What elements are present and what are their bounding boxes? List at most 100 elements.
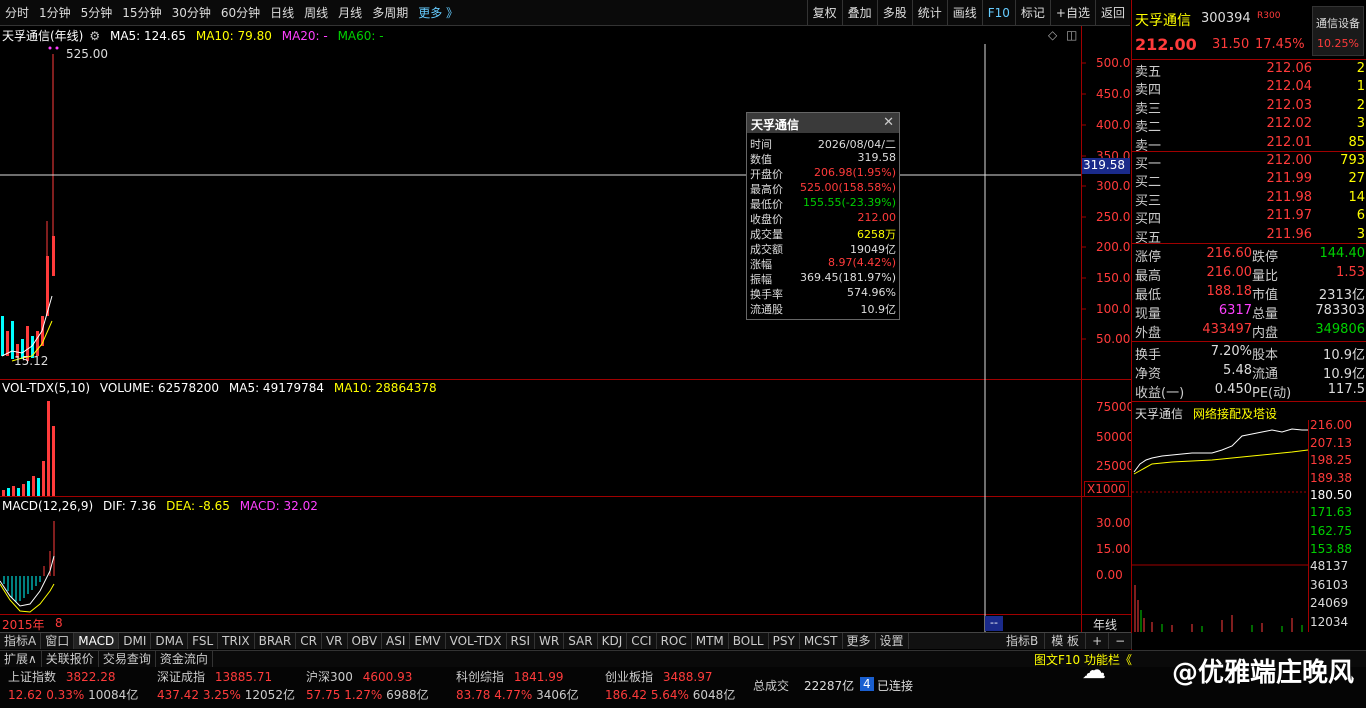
indicator-tab[interactable]: OBV xyxy=(348,633,383,649)
indicator-tab[interactable]: TRIX xyxy=(218,633,255,649)
indicator-tab[interactable]: SAR xyxy=(564,633,598,649)
order-price: 211.99 xyxy=(1266,171,1313,187)
index-pct: 1.27% xyxy=(344,688,383,702)
index-quote[interactable]: 创业板指 3488.97 186.42 5.64% 6048亿 xyxy=(605,668,735,703)
indicator-tab[interactable]: 窗口 xyxy=(41,633,75,649)
popup-value: 19049亿 xyxy=(850,243,896,256)
stat-key: 量比 xyxy=(1252,269,1279,284)
period-label: 年线 xyxy=(1093,618,1118,632)
popup-value: 319.58 xyxy=(857,151,897,164)
indicator-tab[interactable]: FSL xyxy=(188,633,219,649)
bottom-tab[interactable]: 资金流向 xyxy=(156,651,213,667)
f10-button[interactable]: F10 xyxy=(981,0,1015,26)
indicator-tab[interactable]: ROC xyxy=(657,633,692,649)
index-quote[interactable]: 科创综指 1841.99 83.78 4.77% 3406亿 xyxy=(456,668,579,703)
indicator-tab[interactable]: MCST xyxy=(800,633,843,649)
order-qty: 85 xyxy=(1348,134,1365,150)
multi-stock-button[interactable]: 多股 xyxy=(876,0,912,26)
popup-value: 155.55(-23.39%) xyxy=(803,196,896,209)
kline-chart[interactable] xyxy=(0,26,1131,632)
period-15min[interactable]: 15分钟 xyxy=(117,4,166,21)
index-quote[interactable]: 沪深300 4600.93 57.75 1.27% 6988亿 xyxy=(306,668,429,703)
indicator-tab[interactable]: WR xyxy=(535,633,565,649)
period-60min[interactable]: 60分钟 xyxy=(216,4,265,21)
vol-tick: 50000 xyxy=(1096,430,1135,444)
bottom-tab[interactable]: 关联报价 xyxy=(42,651,99,667)
draw-line-button[interactable]: 画线 xyxy=(946,0,982,26)
index-change: 57.75 xyxy=(306,688,341,702)
index-quote[interactable]: 深证成指 13885.71 437.42 3.25% 12052亿 xyxy=(157,668,295,703)
period-multi[interactable]: 多周期 xyxy=(367,4,413,21)
intraday-mini-chart[interactable] xyxy=(1132,420,1308,632)
stat-key: 跌停 xyxy=(1252,250,1279,265)
popup-value: 10.9亿 xyxy=(860,303,897,316)
stat-value: 2313亿 xyxy=(1318,288,1365,303)
order-level: 买一 xyxy=(1135,157,1162,172)
index-value: 4600.93 xyxy=(362,670,413,684)
add-watchlist-button[interactable]: +自选 xyxy=(1049,0,1095,26)
period-month[interactable]: 月线 xyxy=(333,4,367,21)
indicator-tab[interactable]: DMI xyxy=(119,633,152,649)
indicator-tab[interactable]: RSI xyxy=(507,633,536,649)
mark-button[interactable]: 标记 xyxy=(1014,0,1050,26)
period-1min[interactable]: 1分钟 xyxy=(34,4,76,21)
indicator-tab[interactable]: VOL-TDX xyxy=(446,633,507,649)
indicator-tab[interactable]: DMA xyxy=(151,633,189,649)
indicator-tab[interactable]: KDJ xyxy=(598,633,628,649)
mini-axis-tick: 162.75 xyxy=(1310,523,1352,538)
indicator-tab[interactable]: BOLL xyxy=(729,633,769,649)
indicator-tab[interactable]: CR xyxy=(296,633,322,649)
sector-box[interactable]: 通信设备 10.25% xyxy=(1312,6,1364,56)
stat-key: 最低 xyxy=(1135,288,1162,303)
macd-tick: 0.00 xyxy=(1096,568,1123,582)
index-tag: R300 xyxy=(1257,11,1281,21)
indicator-tab[interactable]: MTM xyxy=(692,633,729,649)
index-quote[interactable]: 上证指数 3822.28 12.62 0.33% 10084亿 xyxy=(8,668,138,703)
indicator-tab[interactable]: 更多 xyxy=(843,633,876,649)
popup-row: 成交量 6258万 xyxy=(747,226,899,241)
period-bar: 分时 1分钟 5分钟 15分钟 30分钟 60分钟 日线 周线 月线 多周期 更… xyxy=(0,0,1130,26)
stat-value: 349806 xyxy=(1315,322,1365,337)
restore-rights-button[interactable]: 复权 xyxy=(806,0,842,26)
popup-row: 换手率 574.96% xyxy=(747,286,899,301)
order-level: 买二 xyxy=(1135,175,1162,191)
bottom-tab[interactable]: 交易查询 xyxy=(99,651,156,667)
order-qty: 6 xyxy=(1356,208,1365,224)
indicator-tab[interactable]: MACD xyxy=(74,633,120,649)
indicator-tab[interactable]: VR xyxy=(322,633,348,649)
stat-value: 117.5 xyxy=(1327,382,1365,397)
index-pct: 3.25% xyxy=(202,688,241,702)
period-30min[interactable]: 30分钟 xyxy=(167,4,216,21)
indicator-tab-right[interactable]: − xyxy=(1109,633,1133,649)
indicator-tab-right[interactable]: 模 板 xyxy=(1045,633,1087,649)
close-icon[interactable]: ✕ xyxy=(883,115,894,130)
period-week[interactable]: 周线 xyxy=(299,4,333,21)
bottom-tab[interactable]: 扩展∧ xyxy=(0,651,42,667)
indicator-tab-right[interactable]: 指标B xyxy=(1000,633,1046,649)
dif-value: DIF: 7.36 xyxy=(102,499,157,513)
indicator-tab[interactable]: 指标A xyxy=(0,633,42,649)
order-level: 买四 xyxy=(1135,212,1162,228)
index-amount: 6988亿 xyxy=(386,688,429,702)
back-button[interactable]: 返回 xyxy=(1094,0,1130,26)
statistics-button[interactable]: 统计 xyxy=(911,0,947,26)
indicator-tab[interactable]: 设置 xyxy=(876,633,909,649)
connection-count: 4 xyxy=(860,677,874,691)
index-value: 13885.71 xyxy=(214,670,273,684)
period-5min[interactable]: 5分钟 xyxy=(76,4,118,21)
period-more[interactable]: 更多 》 xyxy=(413,4,463,21)
period-tick[interactable]: 分时 xyxy=(0,4,34,21)
order-book-row: 买四 211.97 6 xyxy=(1132,208,1366,228)
index-change: 83.78 xyxy=(456,688,491,702)
indicator-tab[interactable]: BRAR xyxy=(255,633,297,649)
order-book-row: 卖三 212.03 2 xyxy=(1132,98,1366,117)
overlay-button[interactable]: 叠加 xyxy=(841,0,877,26)
popup-key: 数值 xyxy=(750,153,772,166)
indicator-tab[interactable]: ASI xyxy=(382,633,411,649)
period-day[interactable]: 日线 xyxy=(265,4,299,21)
order-qty: 14 xyxy=(1348,189,1365,205)
indicator-tab[interactable]: EMV xyxy=(410,633,446,649)
indicator-tab-right[interactable]: + xyxy=(1086,633,1110,649)
indicator-tab[interactable]: PSY xyxy=(769,633,800,649)
indicator-tab[interactable]: CCI xyxy=(627,633,657,649)
